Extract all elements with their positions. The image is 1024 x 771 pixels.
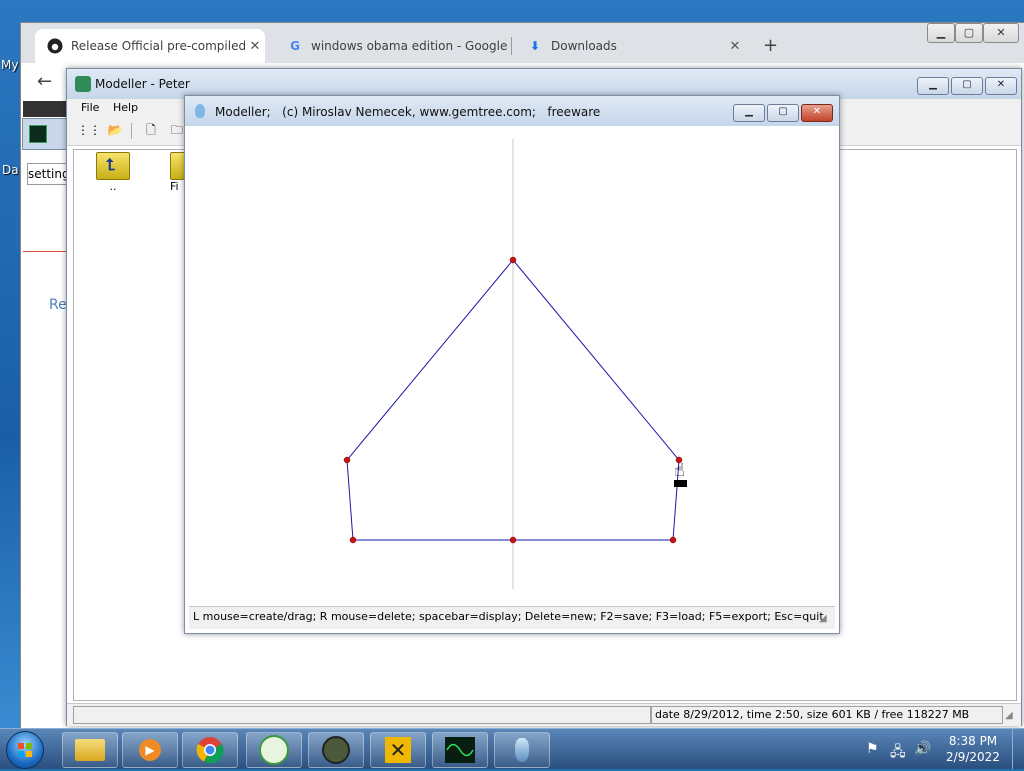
tree-icon[interactable]: ⋮⋮ (77, 121, 101, 139)
drawing-area[interactable] (189, 126, 835, 604)
minimize-button[interactable]: ▁ (927, 23, 955, 43)
control-point[interactable] (349, 536, 357, 544)
explorer-icon[interactable] (62, 732, 118, 768)
control-point[interactable] (343, 456, 351, 464)
modeller-statusbar: L mouse=create/drag; R mouse=delete; spa… (189, 606, 835, 629)
volume-icon[interactable]: 🔊 (914, 741, 931, 757)
tab-title: Release Official pre-compiled ins (71, 39, 245, 53)
clock[interactable]: 8:38 PM 2/9/2022 (940, 733, 1006, 765)
menu-help[interactable]: Help (113, 99, 138, 117)
resize-grip-icon[interactable]: ◢ (1005, 710, 1013, 721)
close-button[interactable]: ✕ (983, 23, 1019, 43)
close-icon[interactable]: ✕ (245, 39, 265, 54)
media-player-icon[interactable]: ▶ (122, 732, 178, 768)
desktop-icon-label[interactable]: My (1, 58, 18, 72)
page-divider (23, 251, 71, 252)
action-center-icon[interactable]: ⚑ (866, 741, 879, 757)
folder-label: .. (109, 180, 117, 193)
hand-cursor-icon: ☝ (674, 460, 685, 481)
network-icon[interactable]: 🖧 (890, 741, 906, 765)
control-point[interactable] (509, 536, 517, 544)
oscilloscope-app-icon[interactable] (432, 732, 488, 768)
vase-icon (195, 104, 205, 118)
chrome-icon[interactable] (182, 732, 238, 768)
maximize-button[interactable]: ▢ (951, 77, 983, 95)
maximize-button[interactable]: ▢ (767, 104, 799, 122)
new-file-icon[interactable]: 🗋 (141, 121, 161, 139)
keyboard-help-text: L mouse=create/drag; R mouse=delete; spa… (193, 610, 824, 623)
page-link-fragment[interactable]: Re (49, 297, 67, 313)
github-icon (47, 38, 63, 54)
clock-time: 8:38 PM (948, 734, 998, 748)
control-point[interactable] (669, 536, 677, 544)
status-field-left (73, 706, 651, 724)
new-tab-button[interactable]: + (763, 35, 778, 56)
window-title: Modeller; (c) Miroslav Nemecek, www.gemt… (215, 105, 601, 119)
open-folder-icon[interactable]: 📂 (105, 121, 125, 139)
back-arrow-icon[interactable]: ← (37, 71, 52, 92)
bunny-app-icon[interactable] (246, 732, 302, 768)
google-icon: G (290, 39, 300, 53)
maximize-button[interactable]: ▢ (955, 23, 983, 43)
page-dark-bar (23, 101, 67, 117)
oscilloscope-app-icon (29, 125, 47, 143)
tab-title: Downloads (551, 39, 617, 53)
status-file-info: date 8/29/2012, time 2:50, size 601 KB /… (651, 706, 1003, 724)
close-icon[interactable]: ✕ (725, 39, 745, 54)
window-title: Modeller - Peter (95, 77, 190, 91)
taskbar: ▶ ✕ ⚑ 🖧 🔊 8:38 PM 2/9/2022 (0, 728, 1024, 769)
menu-file[interactable]: File (81, 99, 99, 117)
vase-app-icon[interactable] (494, 732, 550, 768)
folder-item[interactable]: ⮤ .. (96, 152, 130, 193)
desktop-icon-label[interactable]: Da (2, 163, 19, 177)
tab-github-release[interactable]: Release Official pre-compiled ins ✕ (35, 29, 265, 63)
tab-downloads[interactable]: ⬇ Downloads ✕ (515, 29, 745, 63)
modeller-window: Modeller; (c) Miroslav Nemecek, www.gemt… (184, 95, 840, 634)
close-button[interactable]: ✕ (801, 104, 833, 122)
model-canvas[interactable] (189, 126, 835, 604)
x-app-icon[interactable]: ✕ (370, 732, 426, 768)
control-point[interactable] (509, 256, 517, 264)
minimize-button[interactable]: ▁ (733, 104, 765, 122)
tab-title: windows obama edition - Google (311, 39, 508, 53)
show-desktop-button[interactable] (1012, 729, 1024, 769)
peter-statusbar: date 8/29/2012, time 2:50, size 601 KB /… (67, 703, 1021, 726)
tab-google-search[interactable]: G windows obama edition - Google (275, 29, 511, 63)
app-icon (75, 76, 91, 92)
close-button[interactable]: ✕ (985, 77, 1017, 95)
cursor-tooltip-mark (674, 480, 687, 487)
minimize-button[interactable]: ▁ (917, 77, 949, 95)
clock-date: 2/9/2022 (946, 750, 1000, 764)
start-button[interactable] (6, 731, 44, 769)
folder-up-icon: ⮤ (96, 152, 130, 180)
alien-app-icon[interactable] (308, 732, 364, 768)
tab-divider (511, 37, 512, 55)
download-icon: ⬇ (529, 39, 541, 53)
background-window-titlebar[interactable] (22, 118, 68, 150)
modeller-titlebar[interactable]: Modeller; (c) Miroslav Nemecek, www.gemt… (185, 96, 839, 126)
settings-input-fragment[interactable]: setting (27, 163, 69, 185)
toolbar-divider (131, 123, 132, 139)
resize-grip-icon[interactable]: ◢ (819, 613, 827, 624)
